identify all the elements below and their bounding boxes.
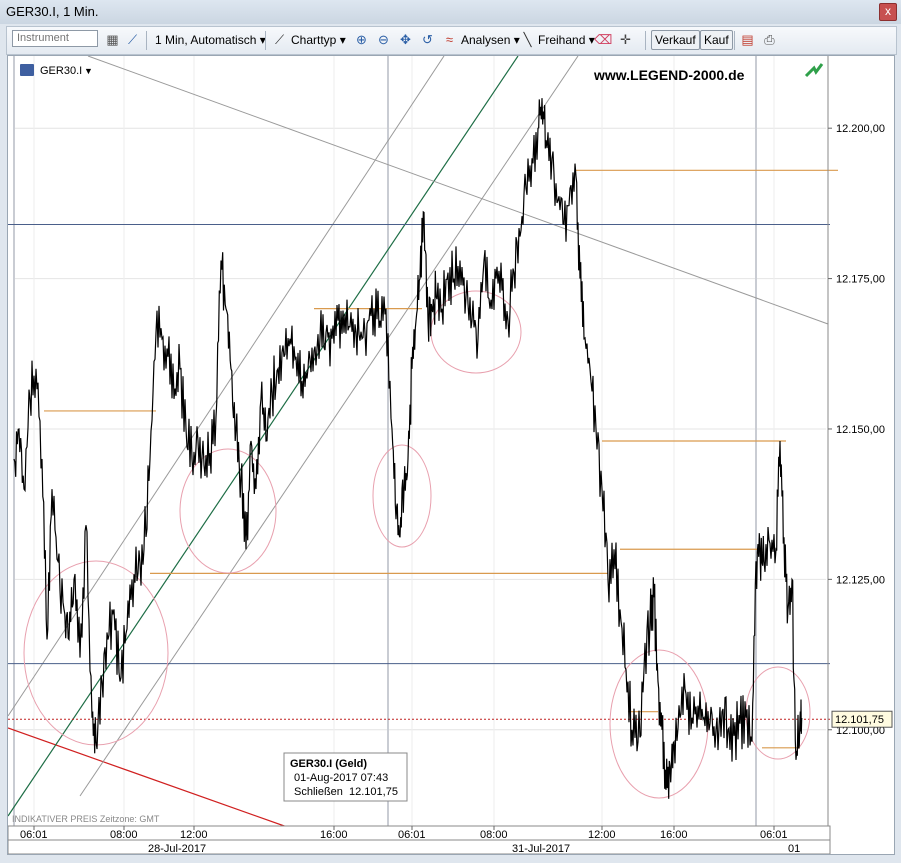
interval-label: 1 Min, Automatisch [155, 33, 257, 47]
cfd-icon [20, 64, 34, 76]
analysis-label: Analysen [461, 33, 511, 47]
x-tick-label: 12:00 [588, 829, 616, 841]
charttype-label: Charttyp [291, 33, 337, 47]
toolbar-divider [734, 31, 735, 50]
table-icon[interactable]: ▦ [104, 31, 121, 48]
eraser-icon[interactable]: ⌫ [594, 31, 612, 48]
toolbar-divider [645, 31, 646, 50]
chart-window: GER30.I, 1 Min. x ▦ ⟋ 1 Min, Automatisch… [0, 0, 901, 863]
zoom-in-icon[interactable]: ⊕ [353, 31, 370, 48]
compare-icon[interactable]: ⟋ [124, 31, 141, 48]
plot-background [8, 56, 894, 854]
x-date-label: 01 [788, 843, 800, 854]
undo-icon[interactable]: ↺ [419, 31, 436, 48]
x-date-label: 31-Jul-2017 [512, 843, 570, 854]
x-tick-label: 12:00 [180, 829, 208, 841]
symbol-label: GER30.I [40, 65, 82, 77]
instrument-input[interactable] [12, 30, 98, 47]
price-chart: 12.200,00 12.175,00 12.150,00 12.125,00 12.1… [7, 55, 894, 856]
crosshair-icon[interactable]: ✛ [617, 31, 634, 48]
zoom-out-icon[interactable]: ⊖ [375, 31, 392, 48]
y-tick-label: 12.150,00 [836, 424, 885, 436]
buy-button[interactable]: Kauf [700, 30, 733, 50]
toolbar-divider [146, 31, 147, 50]
analysis-dropdown[interactable]: Analysen ▾ [461, 30, 520, 50]
watermark: www.LEGEND-2000.de [593, 67, 745, 83]
pencil-icon: ╲ [523, 32, 532, 47]
freehand-dropdown[interactable]: Freihand ▾ [538, 30, 595, 50]
x-tick-label: 16:00 [660, 829, 688, 841]
symbol-menu[interactable]: GER30.I ▼ [20, 64, 93, 77]
charttype-dropdown[interactable]: Charttyp ▾ [291, 30, 346, 50]
line-chart-icon: ⟋ [274, 32, 285, 47]
x-tick-label: 06:01 [20, 829, 48, 841]
freehand-label: Freihand [538, 33, 586, 47]
y-tick-label: 12.175,00 [836, 274, 885, 286]
last-price-badge: 12.101,75 [831, 710, 893, 728]
print-icon[interactable]: ⎙ [761, 31, 778, 48]
last-price-label: 12.101,75 [835, 714, 884, 726]
y-tick-label: 12.125,00 [836, 574, 885, 586]
move-icon[interactable]: ✥ [397, 31, 414, 48]
tooltip-title: GER30.I (Geld) [290, 758, 367, 770]
x-tick-label: 08:00 [110, 829, 138, 841]
tooltip-close-label: Schließen [294, 786, 343, 798]
y-tick-label: 12.200,00 [836, 123, 885, 135]
analysis-icon: ≈ [445, 32, 454, 47]
x-axis: 06:01 08:00 12:00 16:00 06:01 08:00 12:00 16:00… [7, 825, 831, 855]
x-tick-label: 06:01 [760, 829, 788, 841]
x-tick-label: 08:00 [480, 829, 508, 841]
chart-settings-icon[interactable]: ▤ [739, 31, 756, 48]
window-title: GER30.I, 1 Min. [6, 4, 99, 19]
interval-dropdown[interactable]: 1 Min, Automatisch ▾ [155, 30, 266, 50]
chevron-down-icon: ▼ [84, 66, 93, 76]
tooltip: GER30.I (Geld) 01-Aug-2017 07:43 Schließ… [283, 752, 408, 802]
chart-area[interactable]: 12.200,00 12.175,00 12.150,00 12.125,00 12.1… [7, 55, 895, 856]
tooltip-close-value: 12.101,75 [349, 786, 398, 798]
toolbar-divider [265, 31, 266, 50]
sell-button[interactable]: Verkauf [651, 30, 700, 50]
toolbar: ▦ ⟋ 1 Min, Automatisch ▾ ⟋ Charttyp ▾ ⊕ … [6, 26, 897, 55]
footer-note: INDIKATIVER PREIS Zeitzone: GMT [12, 814, 160, 824]
close-button[interactable]: x [879, 3, 897, 21]
x-tick-label: 06:01 [398, 829, 426, 841]
title-bar: GER30.I, 1 Min. x [0, 0, 901, 24]
tooltip-datetime: 01-Aug-2017 07:43 [294, 772, 388, 784]
x-tick-label: 16:00 [320, 829, 348, 841]
x-date-label: 28-Jul-2017 [148, 843, 206, 854]
